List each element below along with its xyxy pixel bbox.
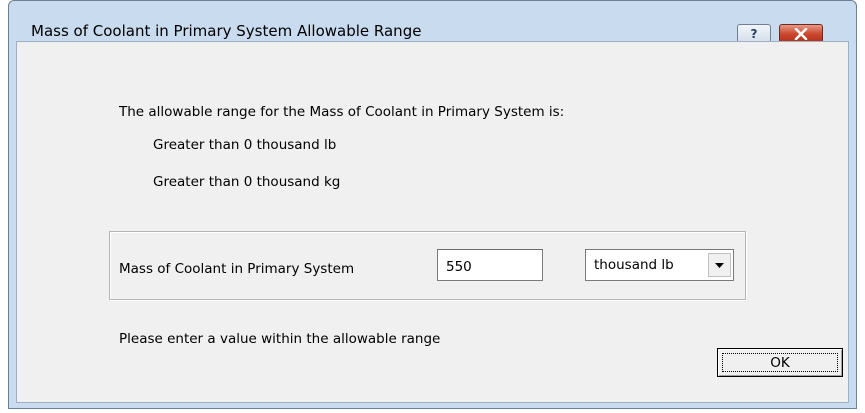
help-icon: ? xyxy=(750,26,758,41)
validation-message: Please enter a value within the allowabl… xyxy=(119,331,441,347)
dialog-title: Mass of Coolant in Primary System Allowa… xyxy=(31,22,422,40)
unit-dropdown[interactable]: thousand lb xyxy=(585,249,734,281)
range-lb-text: Greater than 0 thousand lb xyxy=(153,137,337,153)
mass-field-label: Mass of Coolant in Primary System xyxy=(119,261,355,277)
dialog-body: The allowable range for the Mass of Cool… xyxy=(16,41,849,403)
title-bar[interactable]: Mass of Coolant in Primary System Allowa… xyxy=(9,1,856,43)
close-icon xyxy=(794,27,808,40)
ok-button[interactable]: OK xyxy=(717,348,843,377)
chevron-down-icon xyxy=(715,262,724,268)
range-intro-text: The allowable range for the Mass of Cool… xyxy=(119,104,565,120)
dropdown-arrow-button[interactable] xyxy=(708,253,731,277)
mass-value-input[interactable] xyxy=(437,249,543,281)
focus-ring xyxy=(722,353,838,372)
dialog-window: Mass of Coolant in Primary System Allowa… xyxy=(8,0,857,409)
range-kg-text: Greater than 0 thousand kg xyxy=(153,174,341,190)
unit-selected-label: thousand lb xyxy=(594,257,674,273)
